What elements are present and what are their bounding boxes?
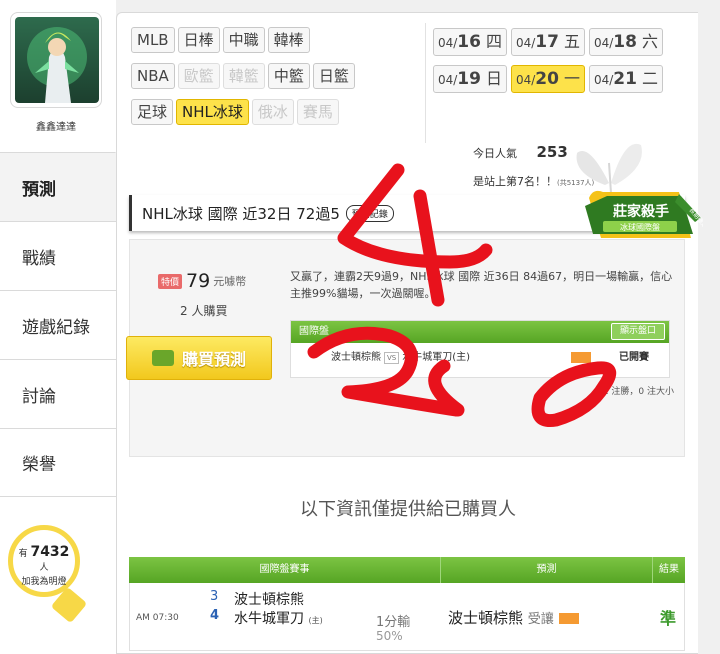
date-selector: 04/16 四 04/17 五 04/18 六 04/19 日 04/20 一 04/2… — [433, 28, 685, 102]
purchase-panel: 特價 79 元噱幣 2 人購買 購買預測 又贏了，連霸2天9過9，NHL冰球 國… — [126, 239, 685, 457]
sidebar-item-label: 預測 — [22, 179, 56, 200]
page: 鑫鑫達達 預測 戰績 遊戲紀錄 討論 榮譽 有 7432 人 加我為明燈 MLB… — [0, 0, 720, 654]
header-match: 國際盤賽事 — [129, 557, 441, 583]
sport-tag-mlb[interactable]: MLB — [131, 27, 175, 53]
handicap-line: 1分輸 — [376, 615, 411, 630]
sidebar-item-discuss[interactable]: 討論 — [0, 359, 116, 428]
date-button-0421[interactable]: 04/21 二 — [589, 65, 663, 93]
sport-tag-jpn-baseball[interactable]: 日棒 — [177, 27, 220, 53]
game-time: AM 07:30 — [136, 613, 179, 623]
buyer-count: 2 人購買 — [180, 304, 228, 318]
price-value: 79 — [186, 270, 211, 292]
sport-tag-kbo[interactable]: 韓棒 — [267, 27, 310, 53]
table-header: 國際盤賽事 預測 結果 — [129, 557, 685, 583]
prediction-description: 又贏了，連霸2天9過9，NHL冰球 國際 近36日 84過67，明日一場輸贏，信… — [290, 270, 673, 300]
coin-icon — [151, 350, 174, 366]
date-button-0420[interactable]: 04/20 一 — [511, 65, 585, 93]
sidebar-item-record[interactable]: 戰績 — [0, 221, 116, 290]
score-away: 3 — [210, 589, 219, 604]
date-button-0418[interactable]: 04/18 六 — [589, 28, 663, 56]
sport-tag-soccer[interactable]: 足球 — [131, 99, 174, 125]
avatar-image — [15, 17, 99, 103]
main-panel: MLB 日棒 中職 韓棒 NBA 歐籃 韓籃 中籃 日籃 足球 NHL冰球 俄冰 賽馬 04/16 … — [116, 12, 703, 654]
result-value: 準 — [660, 609, 677, 628]
market-teams: 波士頓棕熊 VS 水牛城軍刀(主) — [331, 352, 471, 364]
sport-tag-nba[interactable]: NBA — [131, 63, 175, 89]
bet-stats: 1 注勝，0 注大小 — [602, 387, 674, 397]
divider — [425, 23, 426, 143]
sport-tag-euro-basketball: 歐籃 — [177, 63, 220, 89]
buy-prediction-button[interactable]: 購買預測 — [126, 336, 272, 380]
sport-tags: MLB 日棒 中職 韓棒 NBA 歐籃 韓籃 中籃 日籃 足球 NHL冰球 俄冰 賽馬 — [131, 27, 411, 135]
market-row: 波士頓棕熊 VS 水牛城軍刀(主) 已開賽 — [291, 343, 669, 373]
fan-count: 有 7432 人 — [18, 544, 70, 573]
price: 特價 79 元噱幣 — [158, 270, 246, 292]
popularity-value: 253 — [536, 143, 568, 161]
sidebar-item-label: 討論 — [22, 386, 56, 407]
left-sidebar: 鑫鑫達達 預測 戰績 遊戲紀錄 討論 榮譽 有 7432 人 加我為明燈 — [0, 0, 116, 654]
sport-tag-cpbl[interactable]: 中職 — [222, 27, 265, 53]
team-home: 水牛城軍刀 (主) — [234, 611, 323, 627]
market-header: 國際盤 顯示盤口 — [291, 321, 669, 343]
sidebar-item-label: 榮譽 — [22, 455, 56, 475]
sidebar-item-label: 遊戲紀錄 — [22, 317, 90, 338]
popularity: 今日人氣 253 — [473, 143, 568, 161]
avatar[interactable] — [10, 12, 102, 108]
handicap-percent: 50% — [376, 629, 403, 643]
prediction-pick: 波士頓棕熊 受讓 — [448, 607, 579, 628]
user-name: 鑫鑫達達 — [36, 122, 76, 133]
popularity-label: 今日人氣 — [473, 147, 517, 160]
sport-tag-nhl[interactable]: NHL冰球 — [176, 99, 249, 125]
fan-lightbulb[interactable]: 有 7432 人 加我為明燈 — [8, 525, 80, 597]
market-preview: 國際盤 顯示盤口 波士頓棕熊 VS 水牛城軍刀(主) 已開賽 — [290, 320, 670, 378]
host-tag-icon — [571, 352, 591, 363]
sidebar-item-label: 戰績 — [22, 248, 56, 269]
host-tag-icon — [558, 613, 579, 624]
dealer-killer-badge: 莊家殺手 冰球國際盤 長期穩定 — [585, 190, 703, 238]
team-away: 波士頓棕熊 — [234, 592, 304, 608]
prediction-record-button[interactable]: 預測記錄 — [345, 204, 394, 222]
prediction-title: NHL冰球 國際 近32日 72過5 — [142, 204, 340, 223]
market-status: 已開賽 — [619, 352, 649, 363]
show-market-button[interactable]: 顯示盤口 — [610, 323, 665, 340]
date-button-0419[interactable]: 04/19 日 — [433, 65, 507, 93]
header-result: 結果 — [659, 564, 679, 575]
table-row: AM 07:30 3 4 波士頓棕熊 水牛城軍刀 (主) 1分輸 50% 波士頓… — [129, 583, 685, 651]
sidebar-nav: 預測 戰績 遊戲紀錄 討論 榮譽 — [0, 152, 116, 497]
special-price-tag: 特價 — [158, 273, 183, 289]
sidebar-item-predict[interactable]: 預測 — [0, 152, 116, 221]
sidebar-item-honor[interactable]: 榮譽 — [0, 428, 116, 497]
fan-caption: 加我為明燈 — [21, 577, 67, 587]
results-table: 國際盤賽事 預測 結果 AM 07:30 3 4 波士頓棕熊 水牛城軍刀 (主)… — [129, 557, 685, 651]
sport-tag-jpn-basketball[interactable]: 日籃 — [312, 63, 355, 89]
badge-sub: 冰球國際盤 — [620, 222, 660, 232]
date-button-0417[interactable]: 04/17 五 — [511, 28, 585, 56]
sport-tag-kor-basketball: 韓籃 — [222, 63, 265, 89]
score-home: 4 — [210, 608, 220, 623]
sidebar-item-game-history[interactable]: 遊戲紀錄 — [0, 290, 116, 359]
badge-main: 莊家殺手 — [613, 203, 669, 220]
header-prediction: 預測 — [441, 557, 653, 583]
price-unit: 元噱幣 — [213, 275, 247, 288]
buyers-only-note: 以下資訊僅提供給已購買人 — [300, 499, 516, 520]
sport-tag-horse-racing: 賽馬 — [296, 99, 339, 125]
date-button-0416[interactable]: 04/16 四 — [433, 28, 507, 56]
sport-tag-cba[interactable]: 中籃 — [267, 63, 310, 89]
sport-tag-khl: 俄冰 — [251, 99, 294, 125]
